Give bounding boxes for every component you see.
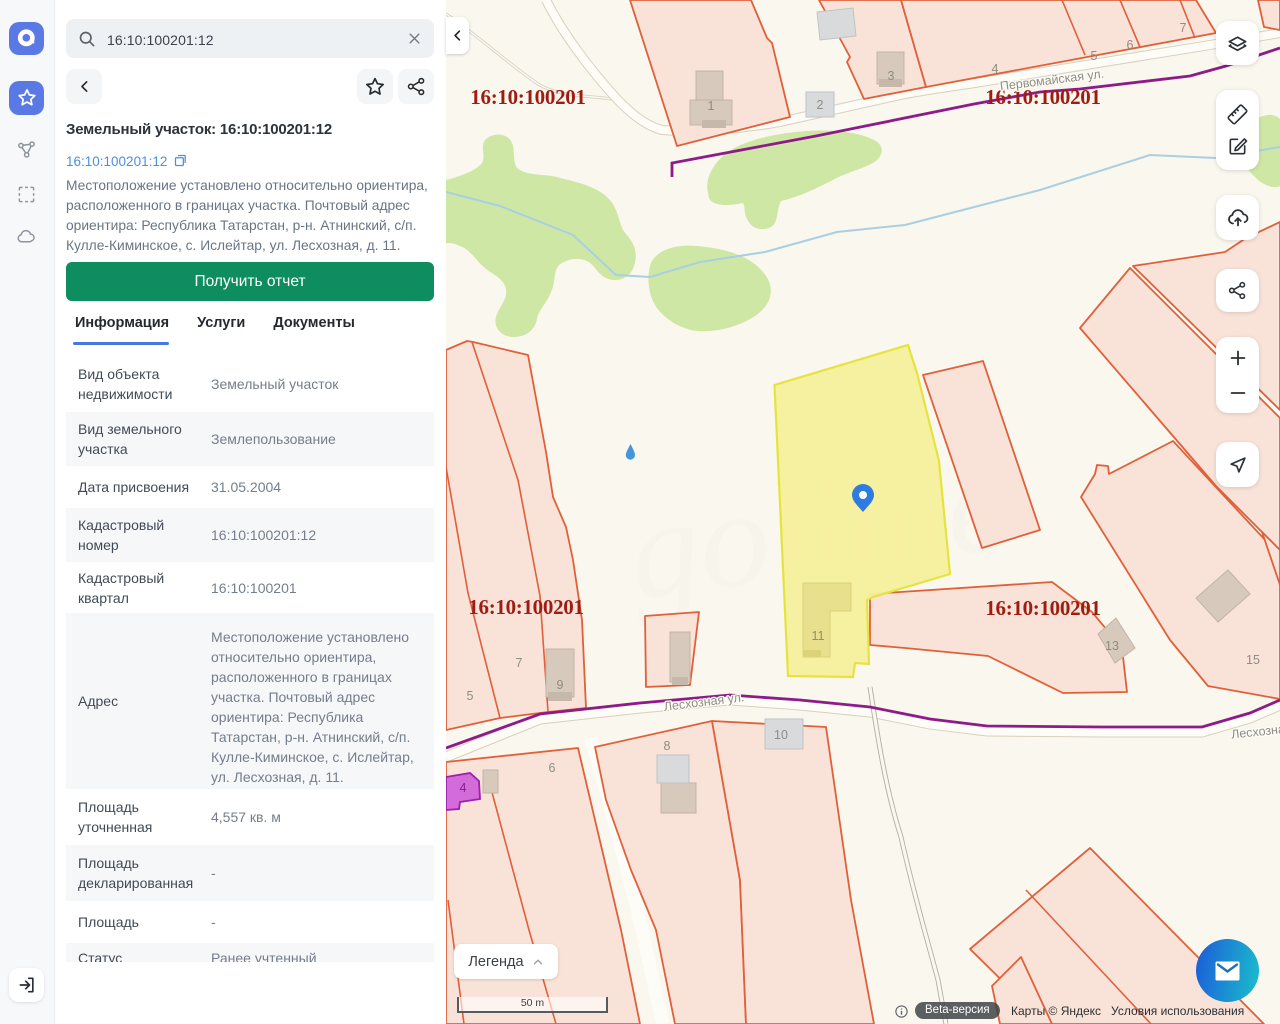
- svg-text:6: 6: [1127, 38, 1134, 52]
- svg-text:16:10:100201: 16:10:100201: [470, 85, 585, 109]
- svg-text:10: 10: [774, 728, 788, 742]
- svg-text:8: 8: [664, 739, 671, 753]
- svg-text:1: 1: [708, 99, 715, 113]
- svg-text:11: 11: [812, 629, 825, 643]
- svg-text:7: 7: [516, 656, 523, 670]
- svg-text:13: 13: [1105, 639, 1119, 653]
- svg-text:5: 5: [1091, 49, 1098, 63]
- svg-text:3: 3: [888, 69, 895, 83]
- svg-text:6: 6: [549, 761, 556, 775]
- svg-text:4: 4: [992, 62, 999, 76]
- svg-text:9: 9: [557, 678, 564, 692]
- svg-text:5: 5: [467, 689, 474, 703]
- svg-text:7: 7: [1180, 21, 1187, 35]
- svg-text:4: 4: [460, 781, 467, 795]
- svg-text:16:10:100201: 16:10:100201: [985, 596, 1100, 620]
- svg-text:16:10:100201: 16:10:100201: [468, 595, 583, 619]
- svg-text:15: 15: [1246, 653, 1260, 667]
- svg-text:2: 2: [817, 98, 824, 112]
